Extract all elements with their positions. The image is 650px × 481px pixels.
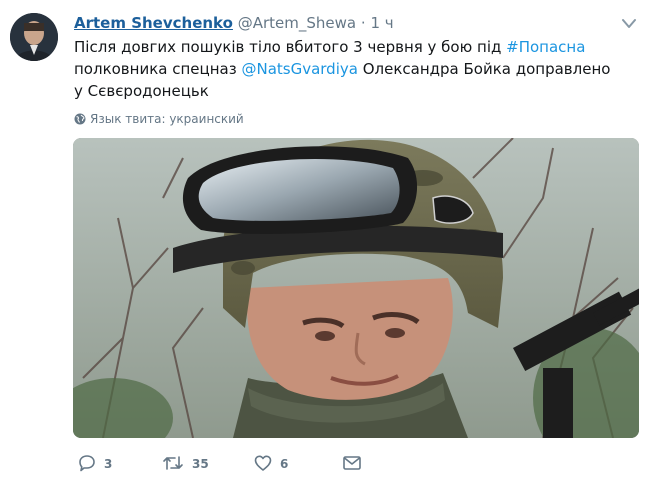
retweet-count: 35 [192,457,209,471]
like-count: 6 [280,457,289,471]
globe-icon [74,113,86,125]
tweet-actions: 3 35 6 [74,454,394,474]
message-icon [343,456,361,470]
like-button[interactable]: 6 [254,454,288,474]
chevron-down-icon[interactable] [620,16,638,30]
tweet-text-part1: Після довгих пошуків тіло вбитого 3 черв… [74,38,507,56]
author-name[interactable]: Artem Shevchenko [74,14,233,32]
tweet-language: Язык твита: украинский [74,110,244,128]
avatar[interactable] [10,13,58,61]
mention-link[interactable]: @NatsGvardiya [241,60,357,78]
like-icon [254,455,272,471]
reply-icon [79,455,95,472]
separator-dot: · [360,14,366,32]
tweet-text: Після довгих пошуків тіло вбитого 3 черв… [74,36,619,102]
tweet-photo[interactable] [73,138,639,438]
message-button[interactable] [342,454,370,474]
hashtag-link[interactable]: #Попасна [506,38,585,56]
retweet-icon [163,456,183,470]
reply-button[interactable]: 3 [78,454,112,474]
reply-count: 3 [104,457,113,471]
retweet-button[interactable]: 35 [162,454,209,474]
tweet-text-part2: полковника спецназ [74,60,242,78]
author-handle[interactable]: @Artem_Shewa [238,14,356,32]
tweet-time[interactable]: 1 ч [370,14,393,32]
tweet-header: Artem Shevchenko @Artem_Shewa · 1 ч [74,12,614,34]
language-label[interactable]: Язык твита: украинский [90,112,244,126]
tweet-card: Artem Shevchenko @Artem_Shewa · 1 ч Післ… [0,0,650,481]
